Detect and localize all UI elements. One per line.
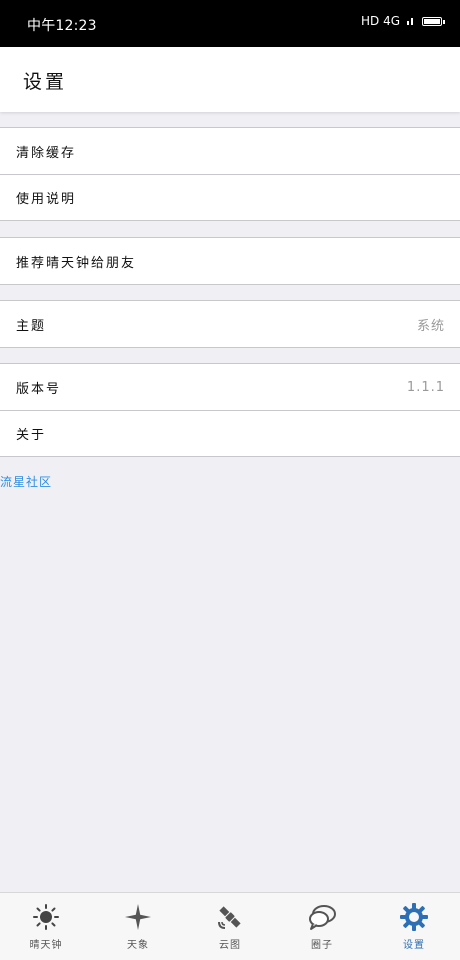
settings-group-theme: 主题 系统 [0, 300, 460, 348]
theme-label: 主题 [16, 318, 47, 334]
theme-row[interactable]: 主题 系统 [0, 301, 460, 347]
tab-cloudmap[interactable]: 云图 [184, 893, 276, 960]
battery-icon [422, 16, 445, 26]
about-row[interactable]: 关于 [0, 410, 460, 456]
gear-icon [399, 902, 429, 932]
settings-group-cache: 清除缓存 使用说明 [0, 127, 460, 221]
tab-weather-label: 晴天钟 [29, 940, 63, 951]
recommend-row[interactable]: 推荐晴天钟给朋友 [0, 238, 460, 284]
settings-group-share: 推荐晴天钟给朋友 [0, 237, 460, 285]
version-label: 版本号 [16, 381, 62, 397]
version-value: 1.1.1 [406, 379, 445, 395]
clear-cache-label: 清除缓存 [16, 145, 77, 161]
status-icons: HD 4G [360, 14, 445, 28]
star-icon [123, 902, 153, 932]
clear-cache-row[interactable]: 清除缓存 [0, 128, 460, 174]
instructions-row[interactable]: 使用说明 [0, 174, 460, 220]
settings-group-about: 版本号 1.1.1 关于 [0, 363, 460, 457]
signal-icon [406, 14, 416, 28]
theme-value: 系统 [416, 318, 445, 334]
community-link[interactable]: 流星社区 [0, 473, 52, 490]
tab-weather[interactable]: 晴天钟 [0, 893, 92, 960]
tab-bar: 晴天钟 天象 云图 圈子 设置 [0, 892, 460, 960]
tab-astronomy[interactable]: 天象 [92, 893, 184, 960]
chat-icon [307, 902, 337, 932]
status-bar: 中午12:23 HD 4G [0, 0, 460, 47]
status-time: 中午12:23 [27, 18, 97, 34]
tab-settings-label: 设置 [403, 940, 425, 951]
tab-community[interactable]: 圈子 [276, 893, 368, 960]
tab-astronomy-label: 天象 [127, 940, 149, 951]
tab-settings[interactable]: 设置 [368, 893, 460, 960]
page-title: 设置 [23, 71, 68, 93]
sun-icon [31, 902, 61, 932]
network-label: HD 4G [360, 14, 400, 28]
recommend-label: 推荐晴天钟给朋友 [16, 255, 137, 271]
satellite-icon [215, 902, 245, 932]
tab-community-label: 圈子 [311, 940, 333, 951]
tab-cloudmap-label: 云图 [219, 940, 241, 951]
about-label: 关于 [16, 428, 47, 443]
instructions-label: 使用说明 [16, 192, 77, 207]
page-header: 设置 [0, 47, 460, 112]
version-row: 版本号 1.1.1 [0, 364, 460, 410]
